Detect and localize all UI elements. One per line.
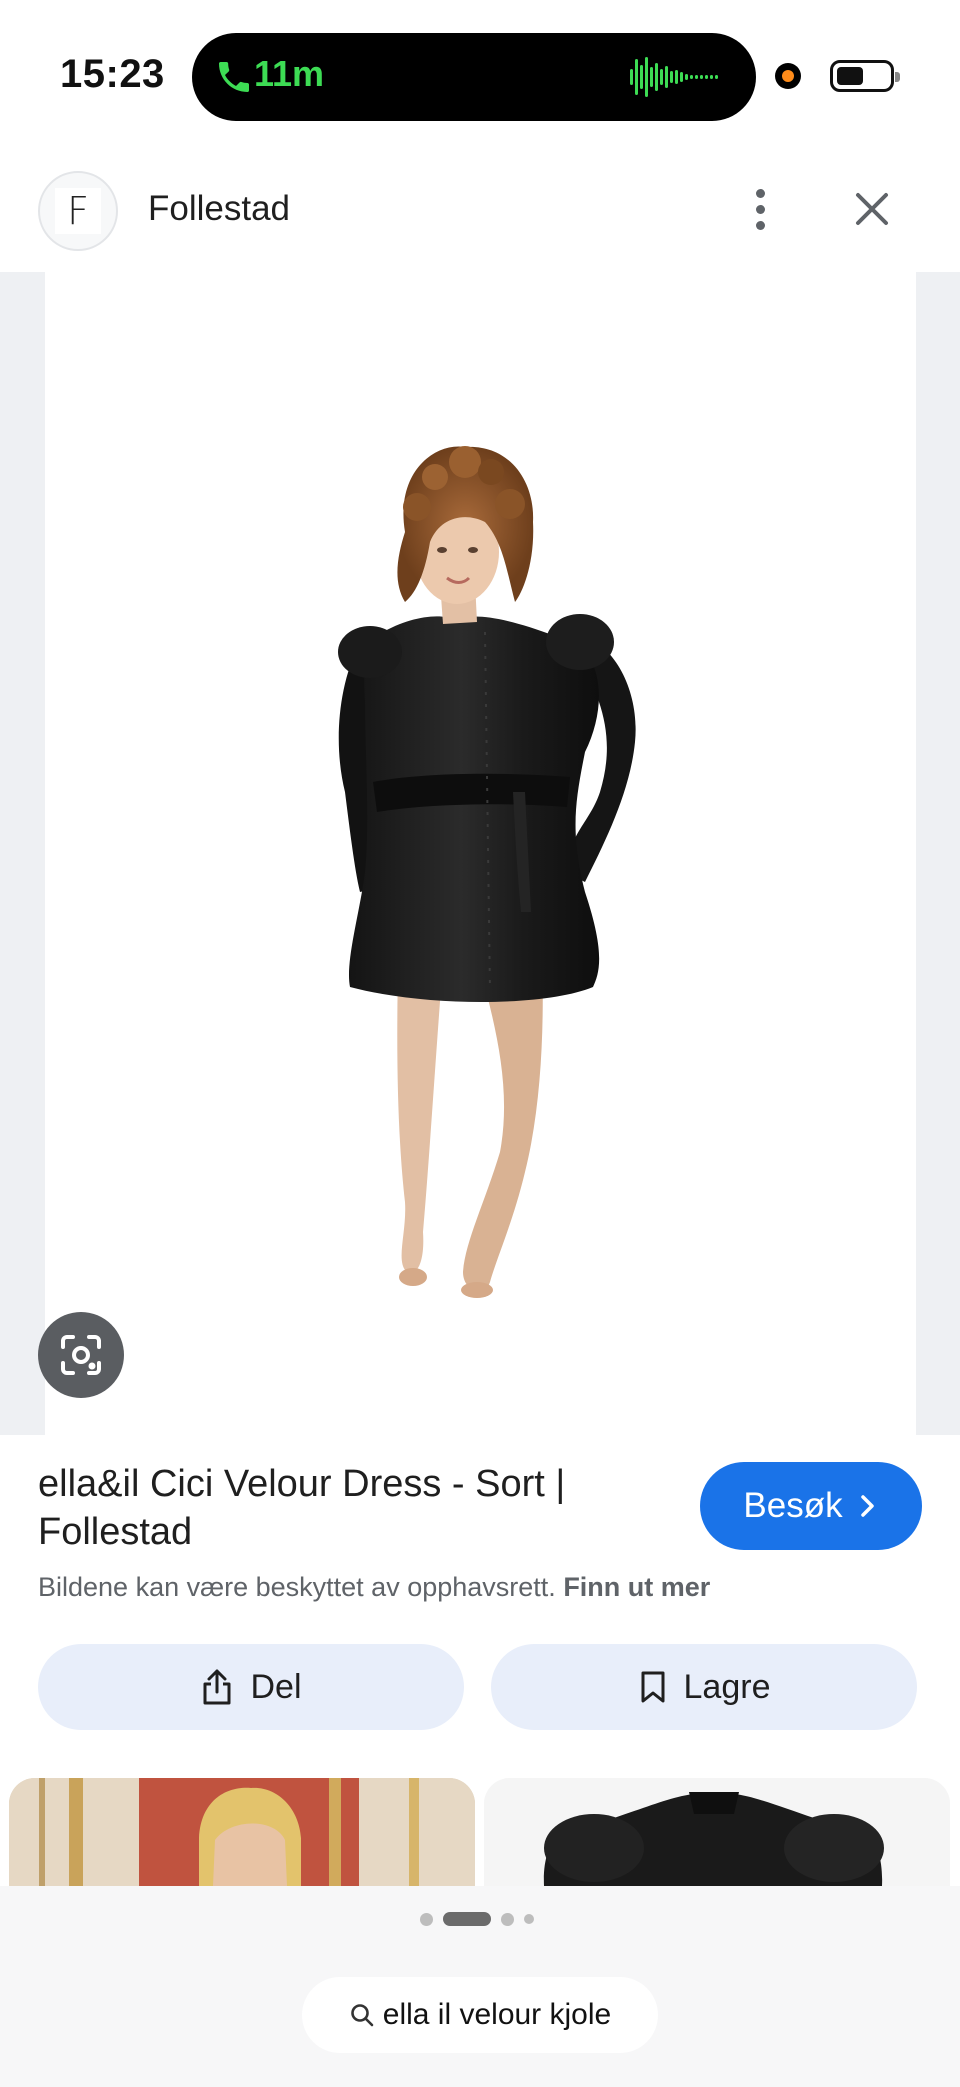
viewer-header: F Follestad — [0, 165, 960, 265]
site-initial: F — [55, 188, 101, 234]
search-query-pill[interactable]: ella il velour kjole — [302, 1977, 658, 2053]
copyright-text: Bildene kan være beskyttet av opphavsret… — [38, 1572, 556, 1602]
search-query-text: ella il velour kjole — [382, 1998, 612, 2031]
page: 15:23 11m F Follestad ella&il Cici Velou… — [0, 0, 960, 2087]
share-icon — [203, 1669, 231, 1705]
site-name[interactable]: Follestad — [148, 189, 290, 229]
visit-label: Besøk — [743, 1486, 843, 1525]
related-image-1[interactable] — [9, 1778, 475, 1886]
page-dot[interactable] — [501, 1912, 514, 1926]
phone-icon — [219, 62, 249, 92]
chevron-right-icon — [860, 1495, 874, 1517]
more-options-icon[interactable] — [738, 179, 782, 239]
visit-button[interactable]: Besøk — [700, 1462, 922, 1550]
page-dot[interactable] — [420, 1912, 433, 1926]
copyright-notice: Bildene kan være beskyttet av opphavsret… — [38, 1572, 710, 1603]
recording-indicator-icon — [775, 63, 801, 89]
product-image[interactable] — [45, 272, 916, 1435]
bookmark-icon — [641, 1671, 665, 1703]
save-button[interactable]: Lagre — [491, 1644, 917, 1730]
audio-wave-icon — [630, 57, 718, 97]
status-time: 15:23 — [60, 52, 165, 96]
learn-more-link[interactable]: Finn ut mer — [563, 1572, 710, 1602]
google-lens-button[interactable] — [38, 1312, 124, 1398]
share-button[interactable]: Del — [38, 1644, 464, 1730]
save-label: Lagre — [683, 1667, 771, 1706]
related-photo-2 — [484, 1778, 950, 1886]
site-favicon[interactable]: F — [38, 171, 118, 251]
dynamic-island-call[interactable]: 11m — [192, 33, 756, 121]
share-label: Del — [250, 1667, 302, 1706]
related-image-2[interactable] — [484, 1778, 950, 1886]
page-dot[interactable] — [524, 1914, 534, 1924]
dress-photo — [338, 446, 636, 1298]
page-dot-active[interactable] — [443, 1912, 491, 1926]
bottom-bar: ella il velour kjole — [0, 1886, 960, 2087]
lens-icon — [61, 1335, 101, 1375]
close-icon[interactable] — [848, 185, 896, 233]
battery-icon — [830, 60, 900, 92]
related-photo-1 — [9, 1778, 475, 1886]
search-icon — [350, 2004, 374, 2027]
result-title[interactable]: ella&il Cici Velour Dress - Sort | Folle… — [38, 1460, 638, 1556]
call-duration: 11m — [254, 53, 325, 94]
image-viewer[interactable] — [0, 272, 960, 1435]
status-bar: 15:23 11m — [0, 0, 960, 150]
pagination-indicator — [420, 1911, 534, 1927]
